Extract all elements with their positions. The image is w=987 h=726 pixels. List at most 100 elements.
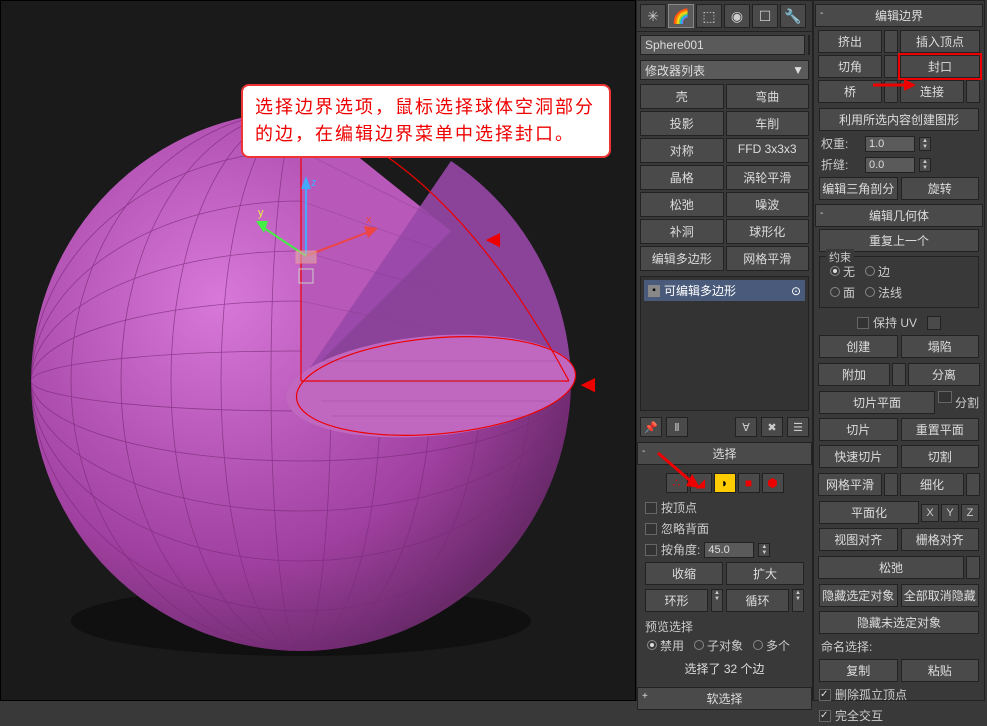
modifier-list-dropdown[interactable]: 修改器列表▼ — [640, 60, 809, 80]
slice-button[interactable]: 切片 — [819, 418, 898, 441]
modifier-button[interactable]: FFD 3x3x3 — [726, 138, 810, 163]
full-interactive-checkbox[interactable] — [819, 710, 831, 722]
viewport-3d[interactable]: 选择边界选项，鼠标选择球体空洞部分的边，在编辑边界菜单中选择封口。 — [0, 0, 636, 701]
relax-button[interactable]: 松弛 — [818, 556, 964, 579]
tessellate-button[interactable]: 细化 — [900, 473, 964, 496]
spinner-arrows[interactable]: ▲▼ — [919, 137, 931, 151]
edit-border-header[interactable]: -编辑边界 — [815, 4, 983, 27]
delete-iso-checkbox[interactable] — [819, 689, 831, 701]
border-mode-icon[interactable]: ◗ — [714, 473, 736, 493]
modifier-button[interactable]: 编辑多边形 — [640, 246, 724, 271]
by-vertex-checkbox[interactable] — [645, 502, 657, 514]
transform-gizmo[interactable]: z x y — [256, 171, 386, 291]
hierarchy-tab-icon[interactable]: ⬚ — [696, 4, 722, 28]
modifier-button[interactable]: 车削 — [726, 111, 810, 136]
x-button[interactable]: X — [921, 504, 939, 522]
extrude-settings-icon[interactable] — [884, 30, 898, 53]
by-angle-checkbox[interactable] — [645, 544, 657, 556]
motion-tab-icon[interactable]: ◉ — [724, 4, 750, 28]
ring-button[interactable]: 环形 — [645, 589, 708, 612]
make-unique-icon[interactable]: ∀ — [735, 417, 757, 437]
disable-radio[interactable] — [647, 640, 657, 650]
z-button[interactable]: Z — [961, 504, 979, 522]
crease-spinner[interactable]: 0.0 — [865, 157, 915, 173]
reset-plane-button[interactable]: 重置平面 — [901, 418, 980, 441]
collapse-button[interactable]: 塌陷 — [901, 335, 980, 358]
y-button[interactable]: Y — [941, 504, 959, 522]
settings-icon[interactable] — [966, 473, 980, 496]
msmooth-button[interactable]: 网格平滑 — [818, 473, 882, 496]
planarize-button[interactable]: 平面化 — [819, 501, 919, 524]
angle-spinner[interactable]: 45.0 — [704, 542, 754, 558]
settings-icon[interactable] — [966, 556, 980, 579]
ignore-backface-checkbox[interactable] — [645, 523, 657, 535]
quickslice-button[interactable]: 快速切片 — [819, 445, 898, 468]
expand-icon[interactable]: ▪ — [648, 285, 660, 297]
spinner-arrows[interactable]: ▲▼ — [792, 589, 804, 612]
modifier-button[interactable]: 对称 — [640, 138, 724, 163]
subobj-radio[interactable] — [694, 640, 704, 650]
settings-icon[interactable] — [884, 473, 898, 496]
element-mode-icon[interactable]: ⬢ — [762, 473, 784, 493]
connect-settings-icon[interactable] — [966, 80, 980, 103]
constraint-none-radio[interactable] — [830, 266, 840, 276]
weight-spinner[interactable]: 1.0 — [865, 136, 915, 152]
modifier-button[interactable]: 壳 — [640, 84, 724, 109]
split-checkbox[interactable] — [938, 391, 952, 403]
loop-button[interactable]: 循环 — [726, 589, 789, 612]
object-name-field[interactable] — [640, 35, 805, 55]
preserve-uv-settings-icon[interactable] — [927, 316, 941, 330]
preserve-uv-checkbox[interactable] — [857, 317, 869, 329]
shrink-button[interactable]: 收缩 — [645, 562, 723, 585]
cut-button[interactable]: 切割 — [901, 445, 980, 468]
modifier-button[interactable]: 涡轮平滑 — [726, 165, 810, 190]
constraint-edge-radio[interactable] — [865, 266, 875, 276]
polygon-mode-icon[interactable]: ■ — [738, 473, 760, 493]
constraint-normal-radio[interactable] — [865, 287, 875, 297]
spinner-arrows[interactable]: ▲▼ — [711, 589, 723, 612]
spinner-arrows[interactable]: ▲▼ — [758, 543, 770, 557]
attach-list-icon[interactable] — [892, 363, 906, 386]
extrude-button[interactable]: 挤出 — [818, 30, 882, 53]
constraint-face-radio[interactable] — [830, 287, 840, 297]
modifier-stack[interactable]: ▪ 可编辑多边形 ⊙ — [640, 276, 809, 411]
pin-stack-icon[interactable]: 📌 — [640, 417, 662, 437]
remove-icon[interactable]: ✖ — [761, 417, 783, 437]
detach-button[interactable]: 分离 — [908, 363, 980, 386]
copy-button[interactable]: 复制 — [819, 659, 898, 682]
utilities-tab-icon[interactable]: 🔧 — [780, 4, 806, 28]
modifier-button[interactable]: 晶格 — [640, 165, 724, 190]
modifier-button[interactable]: 弯曲 — [726, 84, 810, 109]
slice-plane-button[interactable]: 切片平面 — [819, 391, 935, 414]
view-align-button[interactable]: 视图对齐 — [819, 528, 898, 551]
modify-tab-icon[interactable]: 🌈 — [668, 4, 694, 28]
modifier-button[interactable]: 网格平滑 — [726, 246, 810, 271]
modifier-button[interactable]: 松弛 — [640, 192, 724, 217]
grow-button[interactable]: 扩大 — [726, 562, 804, 585]
hide-unselected-button[interactable]: 隐藏未选定对象 — [819, 611, 979, 634]
modifier-button[interactable]: 投影 — [640, 111, 724, 136]
soft-selection-rollout-header[interactable]: +软选择 — [637, 687, 812, 710]
attach-button[interactable]: 附加 — [818, 363, 890, 386]
show-end-icon[interactable]: Ⅱ — [666, 417, 688, 437]
create-button[interactable]: 创建 — [819, 335, 898, 358]
turn-button[interactable]: 旋转 — [901, 177, 980, 200]
stack-item-editable-poly[interactable]: ▪ 可编辑多边形 ⊙ — [644, 280, 805, 301]
edit-geometry-header[interactable]: -编辑几何体 — [815, 204, 983, 227]
configure-icon[interactable]: ☰ — [787, 417, 809, 437]
hide-selected-button[interactable]: 隐藏选定对象 — [819, 584, 898, 607]
spinner-arrows[interactable]: ▲▼ — [919, 158, 931, 172]
paste-button[interactable]: 粘贴 — [901, 659, 980, 682]
edit-tri-button[interactable]: 编辑三角剖分 — [819, 177, 898, 200]
display-tab-icon[interactable]: ☐ — [752, 4, 778, 28]
multi-radio[interactable] — [753, 640, 763, 650]
modifier-button[interactable]: 补洞 — [640, 219, 724, 244]
object-color-swatch[interactable] — [808, 35, 810, 55]
create-tab-icon[interactable]: ✳ — [640, 4, 666, 28]
grid-align-button[interactable]: 栅格对齐 — [901, 528, 980, 551]
unhide-all-button[interactable]: 全部取消隐藏 — [901, 584, 980, 607]
insert-vertex-button[interactable]: 插入顶点 — [900, 30, 980, 53]
create-shape-button[interactable]: 利用所选内容创建图形 — [819, 108, 979, 131]
modifier-button[interactable]: 球形化 — [726, 219, 810, 244]
modifier-button[interactable]: 噪波 — [726, 192, 810, 217]
